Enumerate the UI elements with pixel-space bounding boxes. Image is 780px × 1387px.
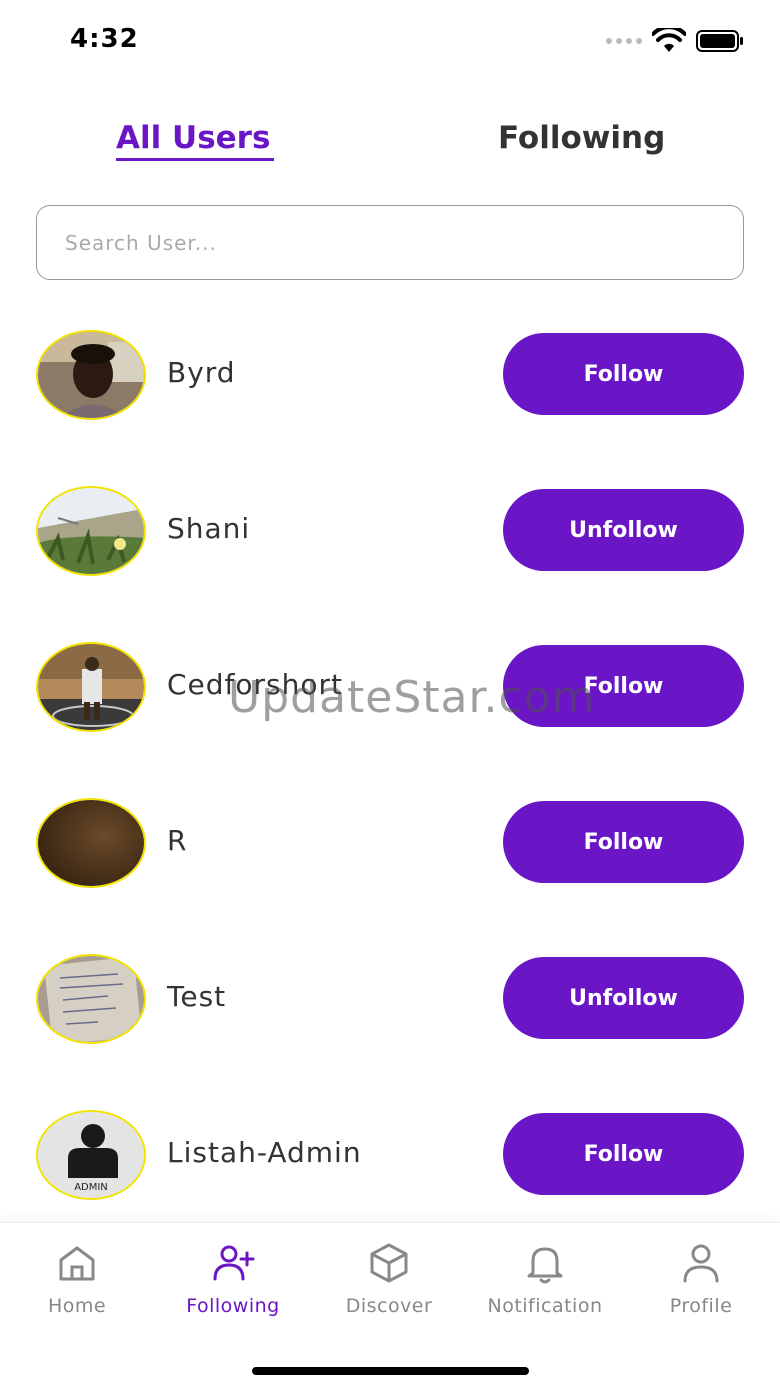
wifi-icon — [652, 28, 686, 52]
unfollow-button[interactable]: Unfollow — [503, 489, 744, 571]
home-icon — [59, 1246, 95, 1281]
tab-bar: All Users Following — [0, 110, 780, 180]
user-name: Test — [167, 980, 227, 1013]
user-plus-icon — [213, 1245, 255, 1281]
avatar-label: ADMIN — [74, 1182, 108, 1193]
tab-all-users[interactable]: All Users — [116, 120, 270, 156]
nav-following-label: Following — [186, 1295, 280, 1317]
follow-button[interactable]: Follow — [503, 333, 744, 415]
avatar — [36, 798, 146, 888]
nav-notification-label: Notification — [487, 1295, 603, 1317]
battery-icon — [696, 30, 743, 52]
status-bar: 4:32 — [0, 0, 780, 82]
home-indicator — [252, 1367, 529, 1375]
list-item: Shani Unfollow — [0, 486, 780, 576]
user-name: Byrd — [167, 356, 236, 389]
user-name: Listah-Admin — [167, 1136, 362, 1169]
active-tab-indicator — [116, 158, 274, 161]
tab-following[interactable]: Following — [498, 120, 665, 156]
status-time: 4:32 — [70, 24, 139, 54]
avatar — [36, 642, 146, 732]
list-item: Test Unfollow — [0, 954, 780, 1044]
signal-icon — [606, 38, 642, 44]
status-icons — [606, 28, 744, 54]
unfollow-button[interactable]: Unfollow — [503, 957, 744, 1039]
search-box — [36, 205, 744, 280]
list-item: Byrd Follow — [0, 330, 780, 420]
list-item: R Follow — [0, 798, 780, 888]
bottom-nav: Home Following Discover Notification Pro… — [0, 1222, 780, 1387]
search-input[interactable] — [65, 230, 743, 255]
user-name: Cedforshort — [167, 668, 344, 701]
nav-profile[interactable]: Profile — [626, 1241, 776, 1317]
nav-following[interactable]: Following — [158, 1241, 308, 1317]
follow-button[interactable]: Follow — [503, 1113, 744, 1195]
nav-notification[interactable]: Notification — [470, 1241, 620, 1317]
avatar — [36, 486, 146, 576]
list-item: Cedforshort Follow — [0, 642, 780, 732]
avatar: ADMIN — [36, 1110, 146, 1200]
box-icon — [370, 1243, 408, 1283]
nav-discover[interactable]: Discover — [314, 1241, 464, 1317]
nav-home-label: Home — [47, 1295, 107, 1317]
avatar — [36, 330, 146, 420]
nav-home[interactable]: Home — [2, 1241, 152, 1317]
avatar — [36, 954, 146, 1044]
nav-discover-label: Discover — [345, 1295, 433, 1317]
follow-button[interactable]: Follow — [503, 801, 744, 883]
user-icon — [683, 1244, 719, 1283]
bell-icon — [527, 1247, 563, 1284]
follow-button[interactable]: Follow — [503, 645, 744, 727]
nav-profile-label: Profile — [669, 1295, 733, 1317]
list-item: ADMIN Listah-Admin Follow — [0, 1110, 780, 1200]
user-name: Shani — [167, 512, 251, 545]
user-name: R — [167, 824, 188, 857]
